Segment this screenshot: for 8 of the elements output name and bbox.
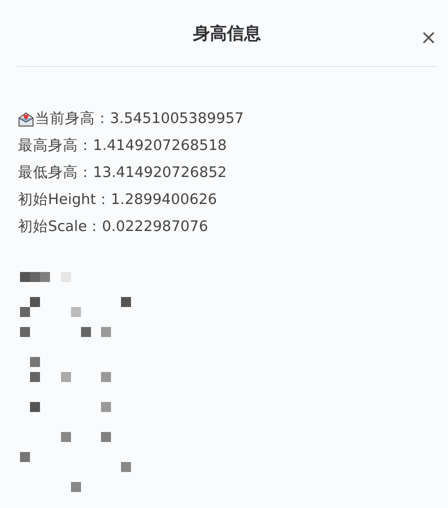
dialog-title: 身高信息 (193, 22, 261, 44)
info-line: 当前身高：3.5451005389957 (35, 110, 244, 128)
close-button[interactable]: × (420, 26, 437, 48)
info-line: 最高身高：1.4149207268518 (18, 136, 227, 155)
info-line: 初始Scale：0.0222987076 (18, 218, 208, 236)
info-line: 初始Height：1.2899400626 (18, 190, 218, 209)
info-line: 最低身高：13.414920726852 (18, 164, 227, 182)
envelope-heart-icon (18, 110, 34, 126)
